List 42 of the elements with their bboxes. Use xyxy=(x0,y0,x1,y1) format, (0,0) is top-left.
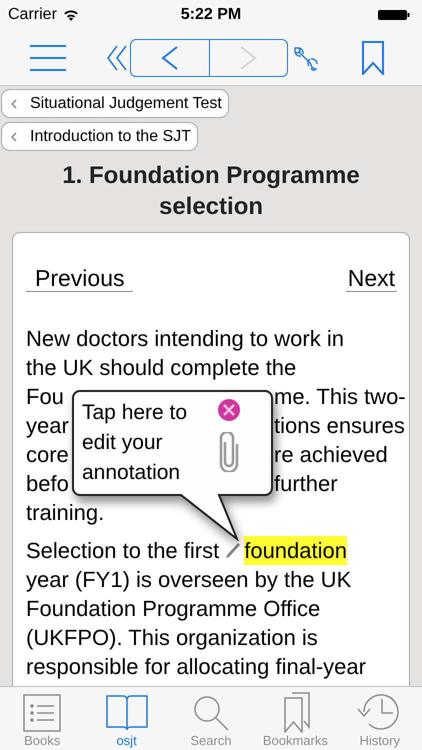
body-text-fragment: befo xyxy=(26,470,69,498)
double-chevron-icon xyxy=(106,44,128,70)
body-text-line: Selection to the first xyxy=(26,537,220,565)
body-text-line: training. xyxy=(26,500,104,525)
body-text-fragment: Fou xyxy=(26,383,64,411)
body-text-line: responsible for allocating final-year xyxy=(26,654,366,679)
bookmark-icon xyxy=(362,40,384,74)
wifi-icon xyxy=(62,9,79,21)
breadcrumb-button[interactable]: Situational Judgement Test xyxy=(1,89,229,118)
chevron-right-icon xyxy=(239,46,258,70)
battery-icon xyxy=(378,9,410,21)
book-icon xyxy=(104,693,150,733)
chevron-left-icon xyxy=(11,132,17,142)
body-text-line: the UK should complete the xyxy=(26,355,296,380)
body-text-line: year (FY1) is overseen by the UK xyxy=(26,567,352,592)
next-link[interactable]: Next xyxy=(346,265,397,292)
carrier-label: Carrier xyxy=(8,5,57,25)
section-title: 1. Foundation Programme selection xyxy=(61,161,361,222)
highlighted-text[interactable]: foundation xyxy=(244,536,347,565)
menu-button[interactable] xyxy=(30,42,68,72)
paperclip-icon xyxy=(218,432,240,472)
bookmark-button[interactable] xyxy=(362,40,384,74)
body-text-fragment: me. This two- xyxy=(274,383,406,411)
body-text-fragment: year xyxy=(26,412,69,440)
previous-link[interactable]: Previous xyxy=(26,265,134,292)
pencil-icon xyxy=(225,542,242,560)
tab-button[interactable]: osjt xyxy=(88,693,165,748)
body-text-line: (UKFPO). This organization is xyxy=(26,625,318,650)
body-text-fragment: further xyxy=(274,470,338,498)
body-text-line: New doctors intending to work in xyxy=(26,326,344,351)
breadcrumb-button[interactable]: Introduction to the SJT xyxy=(1,122,198,151)
body-text-fragment: core xyxy=(26,441,69,469)
menu-icon xyxy=(30,44,66,72)
chevron-left-icon xyxy=(11,98,17,108)
list-icon xyxy=(22,693,62,733)
chevron-left-icon xyxy=(160,46,179,70)
body-text-fragment: re achieved xyxy=(274,441,388,469)
clock-time: 5:22 PM xyxy=(180,5,242,25)
close-icon[interactable] xyxy=(217,398,241,422)
body-text-fragment: tions ensures xyxy=(274,412,405,440)
body-text-line: Foundation Programme Office xyxy=(26,596,320,621)
first-page-button[interactable] xyxy=(106,44,128,70)
